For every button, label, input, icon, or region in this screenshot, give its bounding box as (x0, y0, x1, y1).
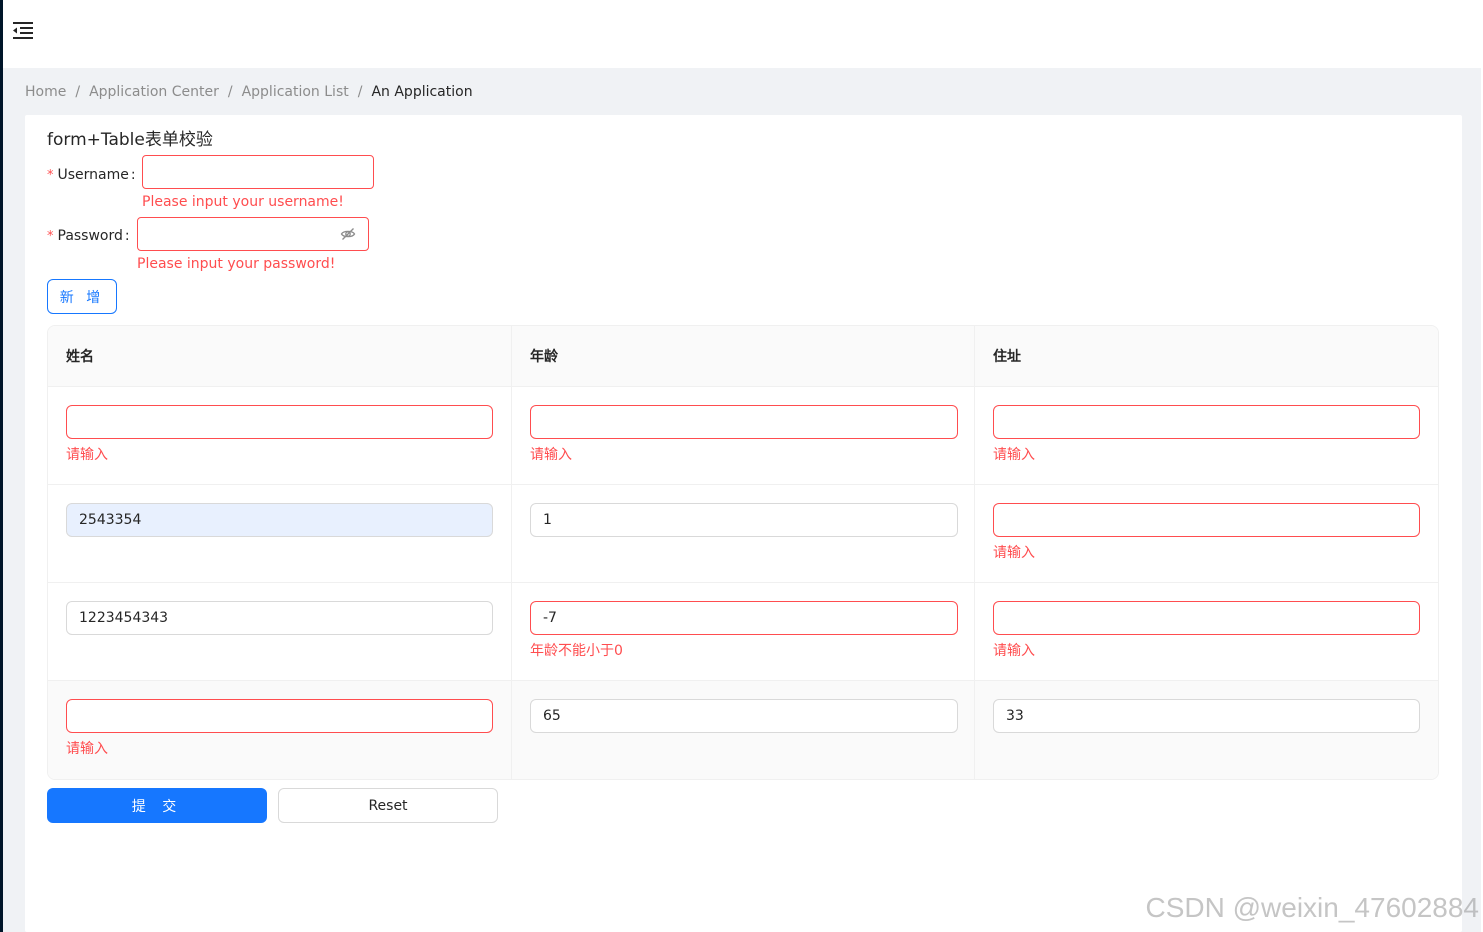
table-cell: 请输入 (975, 387, 1438, 484)
breadcrumb-separator: / (227, 84, 233, 100)
table-cell: 请输入 (512, 387, 975, 484)
table-row: 请输入 65 33 (48, 681, 1438, 779)
username-label-text: Username (57, 167, 129, 183)
watermark: CSDN @weixin_47602884 (1145, 892, 1480, 923)
address-error: 请输入 (993, 447, 1035, 463)
password-label-text: Password (57, 228, 123, 244)
address-input[interactable] (993, 503, 1420, 537)
table-row: 1223454343 -7 年龄不能小于0 请输入 (48, 583, 1438, 681)
breadcrumb-separator: / (75, 84, 81, 100)
password-input[interactable] (137, 217, 369, 251)
table-cell: 请输入 (48, 387, 512, 484)
name-input[interactable] (66, 405, 493, 439)
table-cell: 2543354 (48, 485, 512, 582)
card-title: form+Table表单校验 (47, 130, 213, 150)
password-error: Please input your password! (137, 256, 336, 272)
required-mark: * (47, 167, 54, 183)
label-colon: : (130, 167, 136, 183)
name-error: 请输入 (66, 741, 108, 757)
table-cell: 1 (512, 485, 975, 582)
username-label: * Username : (47, 164, 136, 186)
name-error: 请输入 (66, 447, 108, 463)
breadcrumb-current: An Application (371, 84, 473, 100)
column-header-name: 姓名 (48, 326, 512, 386)
label-colon: : (124, 228, 130, 244)
name-input[interactable]: 2543354 (66, 503, 493, 537)
age-error: 年龄不能小于0 (530, 643, 623, 659)
username-input[interactable] (142, 155, 374, 189)
breadcrumb-application-center[interactable]: Application Center (89, 84, 219, 100)
table-cell: 33 (975, 681, 1438, 779)
sider-edge (0, 0, 3, 932)
table-cell: 请输入 (975, 583, 1438, 680)
name-input[interactable] (66, 699, 493, 733)
breadcrumb-home[interactable]: Home (25, 84, 66, 100)
age-input[interactable]: 1 (530, 503, 958, 537)
top-header (3, 0, 1483, 68)
password-label: * Password : (47, 225, 130, 247)
address-error: 请输入 (993, 545, 1035, 561)
address-input[interactable] (993, 601, 1420, 635)
editable-table: 姓名 年龄 住址 请输入 请输入 请输入 2543354 1 请输入 12234… (47, 325, 1439, 780)
address-input[interactable] (993, 405, 1420, 439)
table-cell: 请输入 (975, 485, 1438, 582)
table-cell: 1223454343 (48, 583, 512, 680)
breadcrumb: Home / Application Center / Application … (25, 81, 473, 103)
add-row-button[interactable]: 新 增 (47, 279, 117, 314)
content-card: form+Table表单校验 * Username : Please input… (25, 115, 1462, 932)
address-input[interactable]: 33 (993, 699, 1420, 733)
age-input[interactable]: -7 (530, 601, 958, 635)
table-cell: 请输入 (48, 681, 512, 779)
breadcrumb-separator: / (357, 84, 363, 100)
table-row: 请输入 请输入 请输入 (48, 387, 1438, 485)
age-input[interactable] (530, 405, 958, 439)
submit-button[interactable]: 提 交 (47, 788, 267, 823)
required-mark: * (47, 228, 54, 244)
breadcrumb-application-list[interactable]: Application List (242, 84, 349, 100)
eye-invisible-icon[interactable] (340, 226, 356, 242)
table-row: 2543354 1 请输入 (48, 485, 1438, 583)
table-cell: 65 (512, 681, 975, 779)
menu-fold-icon[interactable] (13, 21, 35, 41)
username-error: Please input your username! (142, 194, 344, 210)
table-cell: -7 年龄不能小于0 (512, 583, 975, 680)
column-header-age: 年龄 (512, 326, 975, 386)
name-input[interactable]: 1223454343 (66, 601, 493, 635)
column-header-address: 住址 (993, 349, 1021, 365)
age-input[interactable]: 65 (530, 699, 958, 733)
table-header: 姓名 年龄 住址 (48, 326, 1438, 387)
address-error: 请输入 (993, 643, 1035, 659)
age-error: 请输入 (530, 447, 572, 463)
reset-button[interactable]: Reset (278, 788, 498, 823)
